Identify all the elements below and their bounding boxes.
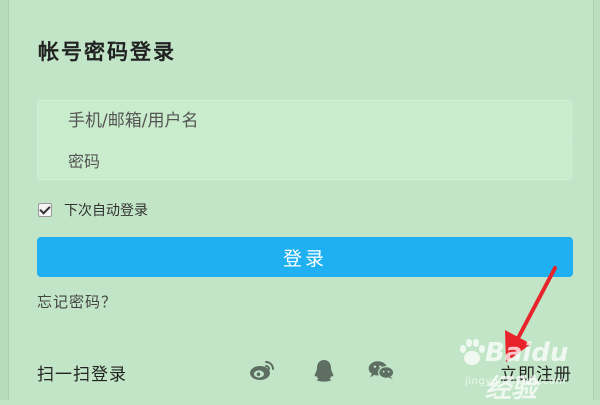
page-title: 帐号密码登录 [38, 40, 176, 64]
bottom-bar: 扫一扫登录 立即注册 [37, 358, 572, 385]
wechat-icon[interactable] [367, 358, 397, 382]
remember-me[interactable]: 下次自动登录 [38, 200, 148, 220]
password-row [38, 141, 571, 181]
username-row [38, 101, 571, 141]
username-input[interactable] [68, 101, 571, 140]
forgot-password-link[interactable]: 忘记密码？ [37, 291, 117, 312]
password-input[interactable] [68, 141, 571, 181]
register-link[interactable]: 立即注册 [500, 360, 572, 385]
remember-label: 下次自动登录 [64, 203, 148, 219]
remember-checkbox[interactable] [38, 203, 52, 217]
qq-icon[interactable] [309, 358, 339, 382]
window-frame-left [0, 0, 9, 400]
scan-login-link[interactable]: 扫一扫登录 [37, 360, 127, 385]
login-input-group [37, 100, 572, 181]
login-button[interactable]: 登录 [37, 237, 573, 277]
weibo-icon[interactable] [247, 358, 277, 382]
window-frame-right [593, 0, 600, 400]
